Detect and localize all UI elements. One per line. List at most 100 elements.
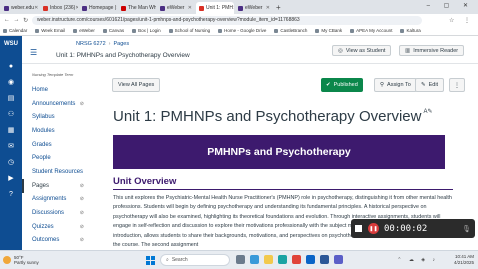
view-all-pages-button[interactable]: View All Pages (112, 78, 161, 92)
course-nav-item[interactable]: Grades (22, 138, 88, 152)
system-tray-icons[interactable]: ⌃ ☁ ◈ ♪ (397, 257, 438, 263)
course-nav-item[interactable]: Assignments ⊘ (22, 193, 88, 207)
tab-close-icon[interactable]: ✕ (75, 5, 78, 11)
browser-tab[interactable]: The Man Wh ✕ (118, 2, 156, 14)
hamburger-menu-icon[interactable]: ☰ (30, 48, 37, 57)
text-size-icon[interactable]: A✎ (423, 109, 432, 115)
browser-tab[interactable]: eWeber ✕ (235, 2, 273, 14)
bookmark-item[interactable]: eWeber (73, 28, 95, 33)
browser-tab[interactable]: Inbox (236) ✕ (40, 2, 78, 14)
bookmark-item[interactable]: Canvas (102, 28, 124, 33)
more-options-button[interactable]: ⋮ (449, 78, 465, 92)
browser-tab[interactable]: Homepage |✕ (79, 2, 117, 14)
published-label: Published (333, 82, 358, 88)
course-nav-item[interactable]: Pages ⊘ (22, 178, 88, 193)
immersive-reader-button[interactable]: ▥ Immersive Reader (399, 45, 465, 56)
tab-favicon-icon (199, 5, 204, 11)
edit-button[interactable]: ✎ Edit (415, 78, 445, 92)
course-nav-label: Modules (32, 127, 55, 134)
bookmark-item[interactable]: Kaltura (400, 28, 421, 33)
task-view-icon[interactable] (236, 255, 245, 264)
microphone-icon[interactable]: 🎙︎ (462, 225, 471, 233)
tab-close-icon[interactable]: ✕ (116, 5, 117, 11)
breadcrumb-course[interactable]: NRSG 6272 (76, 41, 106, 47)
tab-favicon-icon (238, 5, 243, 11)
published-button[interactable]: ✔ Published (321, 78, 363, 92)
dashboard-icon[interactable]: ◉ (5, 77, 17, 87)
reload-icon[interactable]: ↻ (23, 17, 28, 24)
course-nav-item[interactable]: Announcements ⊘ (22, 97, 88, 111)
pencil-icon: ✎ (421, 82, 426, 88)
browser-tab[interactable]: weber.edu ✕ (1, 2, 39, 14)
bookmark-item[interactable]: Week Email (35, 28, 65, 33)
hidden-from-students-icon: ⊘ (79, 196, 84, 203)
bookmark-label: Kaltura (406, 28, 421, 33)
section-heading: Unit Overview (113, 176, 177, 187)
tab-close-icon[interactable]: ✕ (266, 5, 270, 11)
forward-icon[interactable]: → (13, 17, 19, 24)
course-nav-item[interactable]: People (22, 151, 88, 165)
view-as-student-button[interactable]: ◎ View as Student (332, 45, 392, 56)
bookmark-favicon-icon (400, 28, 405, 33)
studio-icon[interactable]: ▶ (5, 173, 17, 183)
tab-close-icon[interactable]: ✕ (233, 5, 234, 11)
assign-to-button[interactable]: ⚲ Assign To (374, 78, 417, 92)
groups-icon[interactable]: ⚇ (5, 109, 17, 119)
course-nav-item[interactable]: Discussions ⊘ (22, 206, 88, 220)
browser-tab[interactable]: eWeber ✕ (157, 2, 195, 14)
bookmark-item[interactable]: Box | Login (132, 28, 161, 33)
tab-close-icon[interactable]: ✕ (188, 5, 192, 11)
word-icon[interactable] (320, 255, 329, 264)
system-clock[interactable]: 10:41 AM 4/21/2025 (454, 254, 474, 266)
bookmark-favicon-icon (3, 28, 7, 33)
edge-icon[interactable] (278, 255, 287, 264)
wsu-logo[interactable]: WSU (2, 41, 20, 55)
pause-recording-button[interactable]: ❚❚ (368, 223, 379, 234)
course-nav-item[interactable]: Student Resources (22, 165, 88, 179)
calendar-icon[interactable]: ▦ (5, 125, 17, 135)
breadcrumb: NRSG 6272 › Pages (76, 41, 129, 47)
tab-label: eWeber (245, 5, 263, 11)
window-controls[interactable]: – ▢ ✕ (427, 2, 474, 9)
course-nav-item[interactable]: Home (22, 83, 88, 97)
new-tab-button[interactable]: + (276, 2, 281, 14)
courses-icon[interactable]: ▤ (5, 93, 17, 103)
browser-tab[interactable]: Unit 1: PMH✕ (196, 2, 234, 14)
bookmark-item[interactable]: APEA My Account (350, 28, 392, 33)
bookmark-item[interactable]: Calendar (3, 28, 27, 33)
course-nav-label: Home (32, 86, 49, 93)
course-nav-item[interactable]: Syllabus (22, 110, 88, 124)
windows-start-icon[interactable] (146, 256, 155, 265)
course-nav-item[interactable]: Outcomes ⊘ (22, 234, 88, 248)
taskbar-search[interactable]: ⌕ Search (160, 254, 230, 266)
assign-to-label: Assign To (387, 82, 411, 88)
bookmark-item[interactable]: CastleBranch (274, 28, 307, 33)
inbox-icon[interactable]: ✉ (5, 141, 17, 151)
teams-icon[interactable] (334, 255, 343, 264)
widgets-icon[interactable] (250, 255, 259, 264)
bookmark-label: APEA My Account (356, 28, 393, 33)
bookmark-label: Calendar (9, 28, 28, 33)
bookmark-favicon-icon (102, 28, 107, 33)
account-icon[interactable]: ● (5, 61, 17, 71)
url-input[interactable]: weber.instructure.com/courses/601621/pag… (32, 15, 422, 25)
tab-label: Unit 1: PMH (206, 5, 233, 11)
course-nav-item[interactable]: Quizzes ⊘ (22, 220, 88, 234)
course-nav-item[interactable]: Modules (22, 124, 88, 138)
help-icon[interactable]: ? (5, 189, 17, 199)
chrome-icon[interactable] (292, 255, 301, 264)
file-explorer-icon[interactable] (264, 255, 273, 264)
bookmark-item[interactable]: School of Nursing (168, 28, 210, 33)
history-icon[interactable]: ◷ (5, 157, 17, 167)
browser-toolbar-icons[interactable]: ☆ ⋮ (449, 17, 474, 24)
course-nav-label: Grades (32, 141, 52, 148)
tab-label: weber.edu (11, 5, 35, 11)
back-icon[interactable]: ← (4, 17, 10, 24)
tab-close-icon[interactable]: ✕ (34, 5, 38, 11)
outlook-icon[interactable] (306, 255, 315, 264)
bookmark-item[interactable]: Home - Google Drive (218, 28, 266, 33)
breadcrumb-pages[interactable]: Pages (114, 41, 130, 47)
bookmark-item[interactable]: My CBank (315, 28, 342, 33)
weather-widget[interactable]: 50°F Partly sunny (3, 255, 39, 266)
stop-recording-button[interactable] (355, 225, 362, 232)
